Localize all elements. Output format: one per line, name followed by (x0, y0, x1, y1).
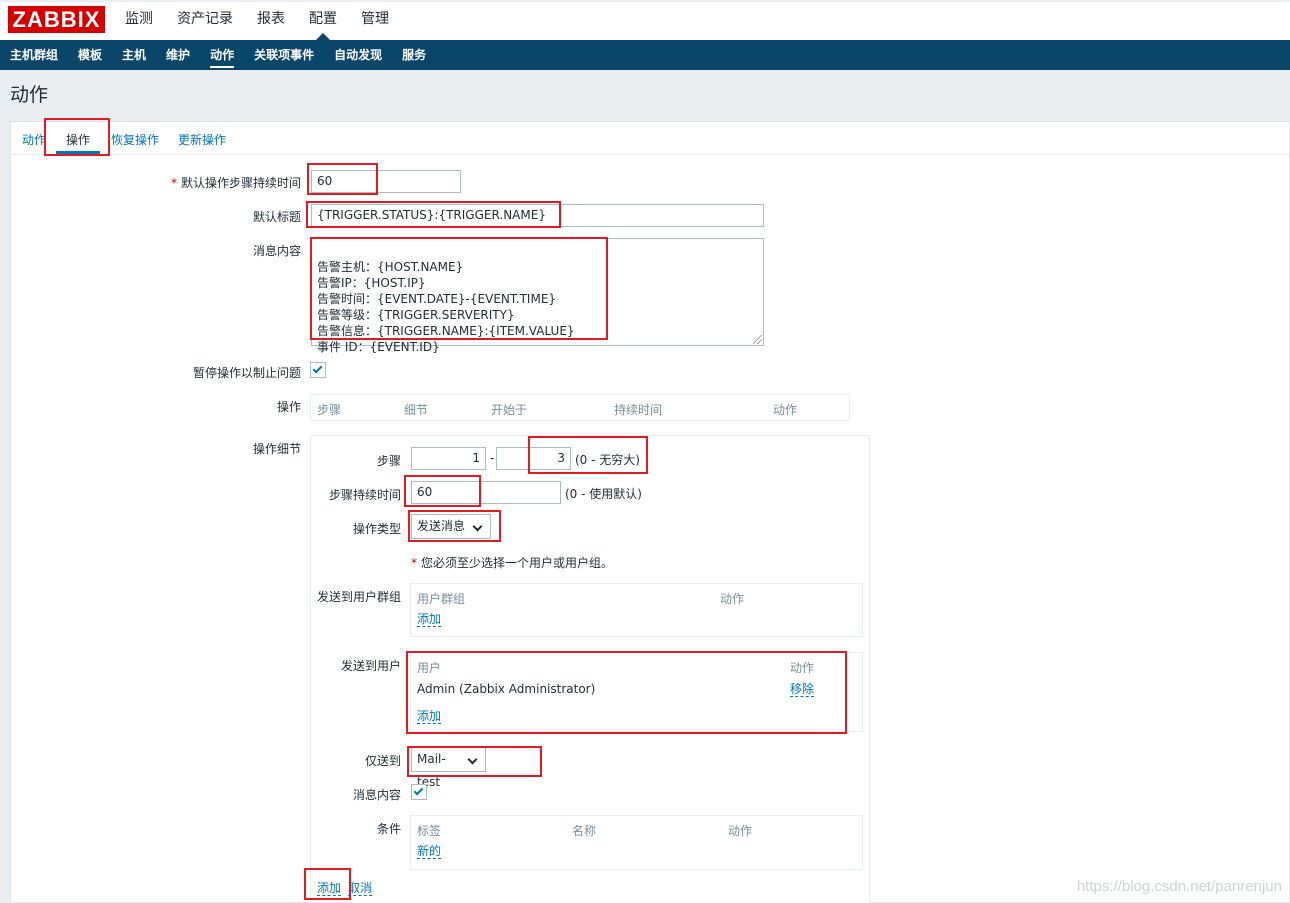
resize-grip-icon[interactable] (753, 335, 762, 344)
required-note: * 您必须至少选择一个用户或用户组。 (411, 556, 614, 570)
operations-label: 操作 (276, 400, 301, 414)
pause-label: 暂停操作以制止问题 (192, 366, 301, 380)
send-only-label: 仅送到 (364, 754, 401, 768)
add-user-link[interactable]: 添加 (417, 709, 442, 724)
checkmark-icon (413, 785, 424, 796)
step-duration-label: 步骤持续时间 (328, 488, 401, 502)
sub-nav-services[interactable]: 服务 (402, 40, 426, 70)
sub-nav-actions[interactable]: 动作 (210, 40, 235, 70)
default-step-duration-label: * 默认操作步骤持续时间 (170, 176, 301, 190)
col-label: 标签 (417, 824, 442, 838)
sub-nav-host-groups[interactable]: 主机群组 (10, 40, 58, 70)
col-user: 用户 (417, 661, 442, 675)
conditions-label: 条件 (376, 822, 401, 836)
tab-operations[interactable]: 操作 (66, 131, 90, 148)
default-message-label: 消息内容 (352, 788, 401, 802)
tab-update-operations[interactable]: 更新操作 (178, 131, 226, 148)
op-type-label: 操作类型 (352, 522, 401, 536)
step-separator: - (490, 451, 495, 465)
zabbix-logo[interactable]: ZABBIX (8, 6, 105, 33)
pause-checkbox[interactable] (310, 362, 326, 378)
top-nav-reports[interactable]: 报表 (257, 10, 285, 40)
col-user-group: 用户群组 (417, 592, 466, 606)
top-nav-configuration[interactable]: 配置 (309, 10, 337, 40)
message-label: 消息内容 (252, 244, 301, 258)
col-action: 动作 (773, 403, 798, 417)
op-details-label: 操作细节 (252, 442, 301, 456)
col-group-action: 动作 (720, 592, 745, 606)
top-bar: ZABBIX 监测 资产记录 报表 配置 管理 (0, 0, 1290, 40)
default-subject-input[interactable]: {TRIGGER.STATUS}:{TRIGGER.NAME} (311, 204, 764, 227)
col-steps: 步骤 (317, 403, 342, 417)
col-duration: 持续时间 (614, 403, 663, 417)
page-title: 动作 (10, 84, 49, 106)
tab-bar: 动作 操作 恢复操作 更新操作 (11, 122, 1290, 155)
top-nav-monitoring[interactable]: 监测 (125, 10, 153, 40)
top-nav: 监测 资产记录 报表 配置 管理 (125, 10, 413, 40)
sub-nav-templates[interactable]: 模板 (78, 40, 102, 70)
default-step-duration-input[interactable]: 60 (311, 170, 461, 193)
sub-nav-correlation[interactable]: 关联项事件 (254, 40, 314, 70)
action-form-panel: 动作 操作 恢复操作 更新操作 * 默认操作步骤持续时间 60 默认标题 {TRI… (10, 121, 1290, 903)
cancel-operation-link[interactable]: 取消 (348, 881, 373, 896)
new-condition-link[interactable]: 新的 (417, 844, 442, 859)
checkmark-icon (312, 363, 323, 374)
default-message-checkbox[interactable] (411, 784, 427, 800)
op-type-select[interactable]: 发送消息 (411, 514, 491, 539)
col-details: 细节 (404, 403, 429, 417)
add-user-group-link[interactable]: 添加 (417, 612, 442, 627)
sub-nav-discovery[interactable]: 自动发现 (334, 40, 382, 70)
top-nav-administration[interactable]: 管理 (361, 10, 389, 40)
users-table: 用户 动作 Admin (Zabbix Administrator) 移除 添加 (410, 652, 863, 732)
user-row-name: Admin (Zabbix Administrator) (417, 682, 596, 696)
step-from-input[interactable]: 1 (411, 447, 486, 470)
tab-action[interactable]: 动作 (22, 131, 46, 148)
conditions-table: 标签 名称 动作 新的 (410, 815, 863, 870)
operation-details-box: 步骤 1 - 3 (0 - 无穷大) 步骤持续时间 60 (0 - 使用默认) … (310, 435, 870, 903)
send-to-users-label: 发送到用户 (340, 659, 401, 673)
user-groups-table: 用户群组 动作 添加 (410, 583, 863, 637)
send-to-groups-label: 发送到用户群组 (316, 590, 401, 604)
col-user-action: 动作 (790, 661, 815, 675)
steps-label: 步骤 (376, 454, 401, 468)
col-name: 名称 (572, 824, 597, 838)
step-duration-hint: (0 - 使用默认) (565, 487, 642, 501)
col-condition-action: 动作 (728, 824, 753, 838)
step-to-input[interactable]: 3 (496, 447, 571, 470)
remove-user-link[interactable]: 移除 (790, 682, 815, 697)
active-tab-indicator (56, 151, 100, 154)
sub-nav-maintenance[interactable]: 维护 (166, 40, 190, 70)
operations-table: 步骤 细节 开始于 持续时间 动作 (310, 394, 850, 421)
default-subject-label: 默认标题 (252, 210, 301, 224)
op-type-value: 发送消息 (417, 519, 466, 533)
watermark: https://blog.csdn.net/panrenjun (1076, 878, 1282, 895)
sub-nav: 主机群组 模板 主机 维护 动作 关联项事件 自动发现 服务 (0, 40, 1290, 70)
add-operation-link[interactable]: 添加 (317, 881, 342, 896)
chevron-down-icon (472, 521, 483, 532)
tab-recovery-operations[interactable]: 恢复操作 (111, 131, 159, 148)
message-text: 告警主机：{HOST.NAME} 告警IP：{HOST.IP} 告警时间：{EV… (317, 260, 575, 354)
message-textarea[interactable]: 告警主机：{HOST.NAME} 告警IP：{HOST.IP} 告警时间：{EV… (311, 238, 764, 354)
media-type-select[interactable]: Mail-test (411, 747, 486, 789)
chevron-down-icon (467, 754, 478, 765)
col-start-in: 开始于 (491, 403, 528, 417)
step-hint: (0 - 无穷大) (575, 453, 640, 467)
sub-nav-hosts[interactable]: 主机 (122, 40, 146, 70)
step-duration-input[interactable]: 60 (411, 481, 561, 504)
top-nav-inventory[interactable]: 资产记录 (177, 10, 233, 40)
